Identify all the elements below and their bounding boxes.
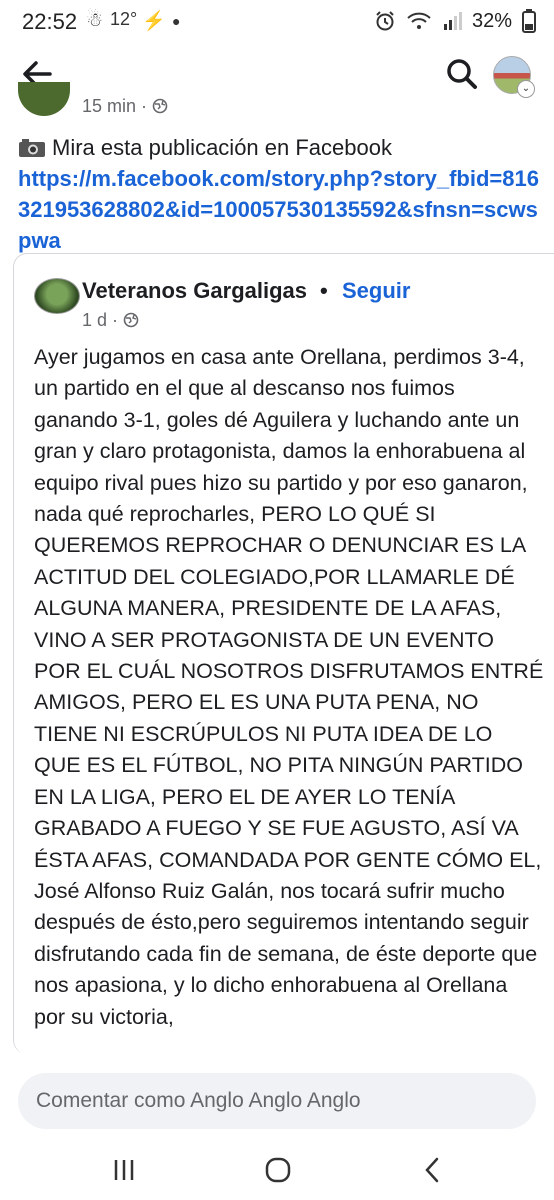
comment-input[interactable]: Comentar como Anglo Anglo Anglo	[18, 1073, 536, 1129]
search-icon	[447, 59, 477, 89]
camera-icon	[19, 139, 45, 157]
home-button[interactable]	[248, 1150, 308, 1190]
globe-icon	[152, 98, 168, 114]
back-icon	[425, 1157, 439, 1183]
battery-level: 32%	[471, 9, 512, 32]
signal-icon	[443, 12, 462, 30]
comment-text: Mira esta publicación en Facebook	[52, 135, 392, 160]
post-body: Ayer jugamos en casa ante Orellana, perd…	[34, 345, 544, 1029]
weather-icon: ☃	[86, 10, 104, 31]
meta-dot: ·	[141, 96, 153, 116]
wifi-icon	[407, 12, 431, 29]
search-button[interactable]	[444, 56, 480, 92]
commenter-avatar[interactable]	[18, 82, 70, 116]
recent-apps-icon	[114, 1160, 134, 1180]
author-separator: •	[320, 278, 328, 303]
profile-avatar[interactable]: ⌄	[493, 56, 535, 98]
notification-dot-icon: ●	[172, 13, 181, 29]
globe-icon	[123, 312, 139, 328]
comment-time: 15 min	[82, 96, 137, 116]
status-bar: 22:52 ☃ 12° ⚡ ● 32%	[0, 0, 554, 44]
status-time: 22:52	[22, 9, 78, 34]
meta-dot: ·	[112, 310, 124, 330]
alarm-icon	[376, 11, 394, 31]
magic-wand-icon: ⚡	[142, 11, 166, 32]
post-meta: 1 d ·	[82, 310, 139, 331]
page-avatar[interactable]	[34, 278, 80, 314]
system-nav-bar	[0, 1150, 554, 1200]
temperature: 12°	[110, 9, 138, 29]
story-link[interactable]: https://m.facebook.com/story.php?story_f…	[18, 166, 539, 253]
home-icon	[265, 1157, 291, 1183]
post-author[interactable]: Veteranos Gargaligas	[82, 278, 307, 304]
shared-post-card[interactable]: Veteranos Gargaligas • Seguir 1 d · Ayer…	[13, 253, 554, 1054]
battery-icon	[522, 9, 536, 33]
comment-body: Mira esta publicación en Facebook https:…	[18, 132, 548, 256]
follow-button[interactable]: Seguir	[342, 278, 410, 304]
comment-meta: 15 min ·	[82, 96, 168, 117]
post-time: 1 d	[82, 310, 108, 330]
recent-apps-button[interactable]	[94, 1150, 154, 1190]
top-bar: ⌄	[0, 44, 554, 102]
nav-back-button[interactable]	[402, 1150, 462, 1190]
chevron-down-icon: ⌄	[517, 80, 535, 98]
comment-bar: Comentar como Anglo Anglo Anglo	[0, 1052, 554, 1148]
